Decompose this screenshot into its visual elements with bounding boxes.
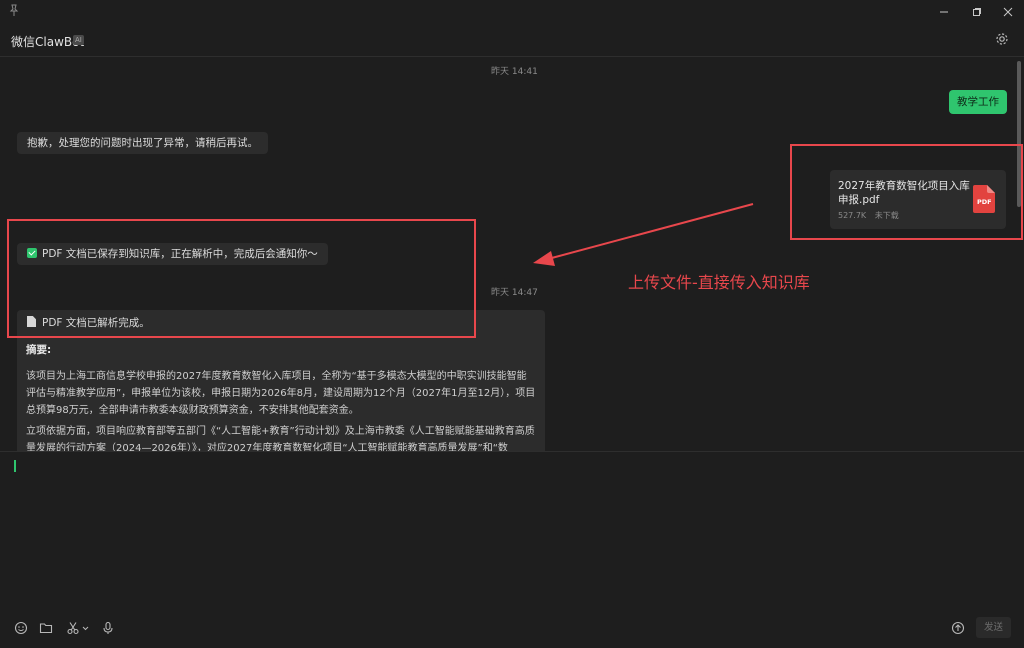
folder-icon[interactable] <box>39 621 53 635</box>
scissors-icon[interactable] <box>66 621 80 635</box>
send-button[interactable]: 发送 <box>976 617 1011 638</box>
up-arrow-circle-icon[interactable] <box>951 621 965 635</box>
microphone-icon[interactable] <box>101 621 115 635</box>
text-cursor <box>14 460 16 472</box>
message-composer[interactable]: 发送 <box>0 451 1024 648</box>
chevron-down-icon[interactable] <box>81 621 90 635</box>
emoji-icon[interactable] <box>14 621 28 635</box>
annotation-label: 上传文件-直接传入知识库 <box>628 273 810 292</box>
